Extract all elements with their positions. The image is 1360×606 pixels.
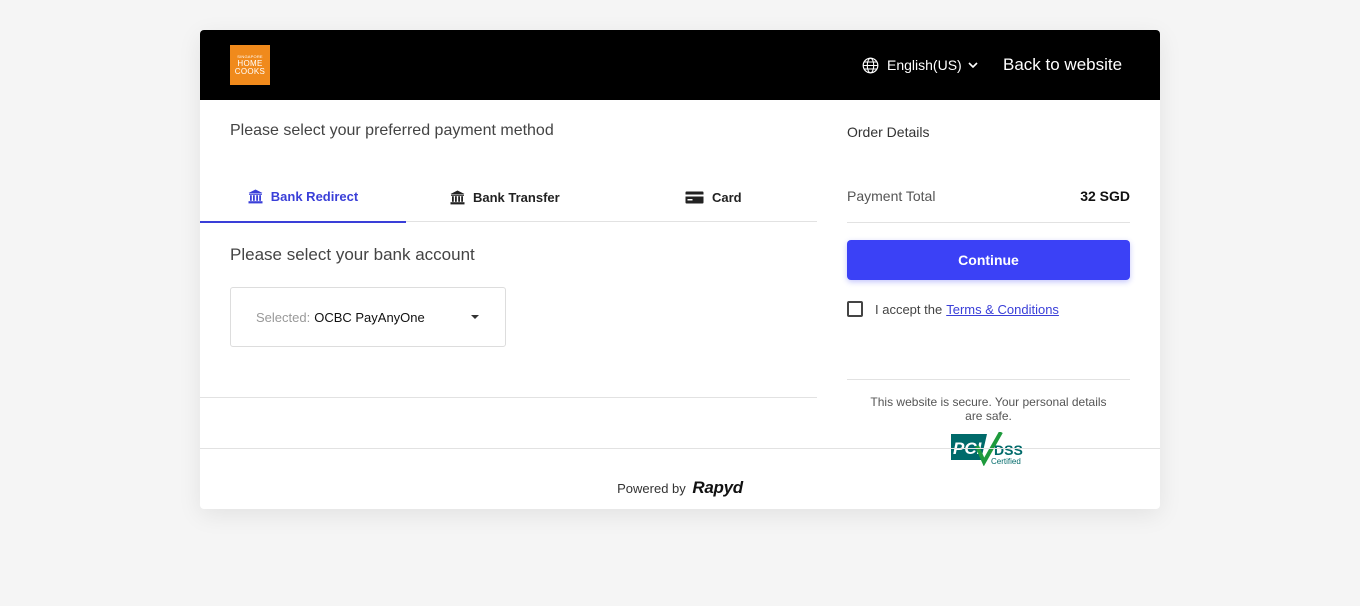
caret-down-icon — [471, 315, 479, 319]
accept-terms-row: I accept the Terms & Conditions — [847, 300, 1059, 318]
tab-bank-redirect-label: Bank Redirect — [270, 189, 359, 204]
tab-bank-redirect[interactable]: Bank Redirect — [200, 172, 406, 223]
payment-total-value: 32 SGD — [1080, 188, 1130, 204]
pci-dss-badge-icon: PCI DSS Certified — [951, 432, 1023, 466]
accept-terms-checkbox[interactable] — [847, 301, 863, 317]
checkout-card: SINGAPORE HOME COOKS English(US) Back to… — [200, 30, 1160, 509]
select-label: Selected: — [256, 309, 311, 325]
bank-account-select[interactable]: Selected: OCBC PayAnyOne — [230, 287, 506, 347]
terms-conditions-link[interactable]: Terms & Conditions — [946, 302, 1059, 317]
powered-by: Powered by Rapyd — [200, 478, 1160, 498]
tab-bank-transfer[interactable]: Bank Transfer — [450, 172, 560, 222]
payment-method-title: Please select your preferred payment met… — [230, 122, 554, 139]
card-icon — [685, 191, 704, 203]
tab-bank-transfer-label: Bank Transfer — [473, 189, 560, 205]
language-selector[interactable]: English(US) — [862, 53, 978, 77]
chevron-down-icon — [968, 62, 978, 68]
dss-text: DSS — [994, 442, 1023, 458]
select-value: OCBC PayAnyOne — [314, 309, 425, 325]
security-note: This website is secure. Your personal de… — [870, 395, 1107, 423]
divider — [200, 397, 817, 398]
divider — [847, 379, 1130, 380]
header-bar: SINGAPORE HOME COOKS English(US) Back to… — [200, 30, 1160, 100]
back-to-website-link[interactable]: Back to website — [1003, 53, 1122, 77]
order-details-panel: Order Details Payment Total 32 SGD Conti… — [847, 100, 1130, 466]
bank-icon — [450, 190, 465, 204]
payment-method-panel: Please select your preferred payment met… — [200, 100, 817, 448]
globe-icon — [862, 57, 879, 73]
merchant-logo: SINGAPORE HOME COOKS — [230, 45, 270, 85]
language-label: English(US) — [887, 57, 962, 73]
bank-account-title: Please select your bank account — [230, 245, 475, 264]
accept-terms-text: I accept the — [875, 301, 943, 317]
bank-icon — [248, 189, 263, 204]
payment-total-row: Payment Total 32 SGD — [847, 185, 1130, 223]
logo-line-1: SINGAPORE — [237, 53, 263, 59]
logo-line-3: COOKS — [234, 66, 266, 76]
payment-total-label: Payment Total — [847, 188, 936, 204]
certified-text: Certified — [991, 457, 1021, 466]
continue-button[interactable]: Continue — [847, 240, 1130, 280]
tab-card[interactable]: Card — [685, 172, 742, 222]
order-details-title: Order Details — [847, 124, 930, 140]
powered-by-label: Powered by — [617, 481, 686, 496]
rapyd-logo: Rapyd — [692, 478, 743, 497]
tab-card-label: Card — [712, 189, 742, 205]
divider — [200, 448, 1160, 449]
payment-tabs: Bank Redirect Bank Transfer Card — [200, 172, 817, 223]
